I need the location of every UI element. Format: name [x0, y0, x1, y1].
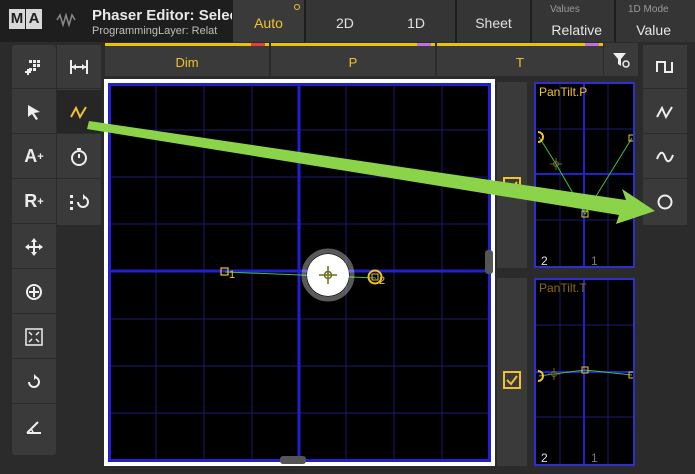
- sheet-label: Sheet: [475, 15, 512, 31]
- pan-curve-title: PanTilt.P: [539, 85, 588, 99]
- draw-icon: [70, 105, 87, 119]
- tilt-curve-panel[interactable]: PanTilt.T 2 1: [534, 278, 635, 466]
- add-attribute-button[interactable]: A +: [12, 135, 56, 179]
- phase-icon: [70, 194, 89, 210]
- mode-caption: 1D Mode: [628, 4, 669, 15]
- width-button[interactable]: [57, 45, 101, 89]
- left-toolbar-secondary: [57, 45, 101, 225]
- title-sub: ProgrammingLayer: Relat: [92, 25, 218, 37]
- grid-resize-handle-bottom[interactable]: [280, 456, 306, 464]
- tab-marker: [417, 43, 431, 46]
- add-relative-label: R: [24, 191, 38, 211]
- sheet-button[interactable]: Sheet: [456, 0, 530, 42]
- zigzag-icon: [656, 105, 673, 119]
- angle-button[interactable]: [12, 405, 56, 449]
- move-icon: [25, 237, 43, 256]
- values-value: Relative: [551, 22, 602, 38]
- phaser-editor-window: M A Phaser Editor: Select ProgrammingLay…: [0, 0, 695, 474]
- pan-x-label-left: 2: [541, 254, 548, 268]
- tab-marker: [585, 43, 599, 46]
- add-step-icon: [25, 59, 40, 75]
- cursor-icon: [28, 104, 40, 120]
- select-tool-button[interactable]: [12, 90, 56, 134]
- circle-icon: [657, 194, 673, 210]
- move-button[interactable]: [12, 225, 56, 269]
- add-relative-button[interactable]: R +: [12, 180, 56, 224]
- filter-icon: [613, 52, 630, 68]
- auto-label: Auto: [254, 15, 283, 31]
- plus-icon: +: [37, 150, 44, 163]
- tilt-curve-title: PanTilt.T: [539, 281, 587, 295]
- left-toolbar: A + R +: [12, 45, 56, 455]
- square-wave-icon: [656, 60, 673, 73]
- draw-button[interactable]: [57, 90, 101, 134]
- angle-icon: [26, 421, 41, 434]
- rotate-icon: [28, 373, 40, 388]
- step-1-label: 1: [229, 269, 235, 281]
- rotate-button[interactable]: [12, 360, 56, 404]
- window-title: Phaser Editor: Select ProgrammingLayer: …: [92, 7, 232, 38]
- auto-button[interactable]: Auto: [232, 0, 304, 42]
- width-icon: [70, 59, 88, 74]
- scale-icon: [25, 327, 43, 346]
- tab-marker: [251, 43, 265, 46]
- attribute-tabs: Dim P T: [105, 43, 605, 76]
- logo-a: A: [26, 9, 42, 29]
- sine-icon: [656, 151, 674, 162]
- plus-icon: +: [37, 195, 44, 208]
- add-step-button[interactable]: [12, 45, 56, 89]
- step-2-anchor: [371, 273, 379, 281]
- tab-t[interactable]: T: [437, 43, 603, 76]
- tilt-curve-canvas: [536, 280, 633, 464]
- auto-indicator-icon: [294, 4, 300, 10]
- tilt-checkbox[interactable]: [503, 371, 521, 389]
- pan-curve-canvas: [536, 84, 633, 266]
- grid-resize-handle-right[interactable]: [485, 250, 493, 274]
- view-2d-label: 2D: [336, 15, 354, 31]
- tab-dim-label: Dim: [175, 55, 199, 70]
- pan-x-label-right: 1: [591, 254, 598, 268]
- phaser-2d-grid[interactable]: 1 2: [108, 83, 491, 462]
- center-button[interactable]: [12, 270, 56, 314]
- grid-canvas: 1 2: [108, 83, 491, 462]
- pan-curve-panel[interactable]: PanTilt.P 2 1: [534, 82, 635, 268]
- grid-frame: 1 2: [104, 79, 495, 466]
- view-mode-toggle[interactable]: 2D 1D: [305, 0, 455, 42]
- step-2-label: 2: [379, 275, 385, 287]
- tilt-x-label-right: 1: [591, 451, 598, 465]
- phase-button[interactable]: [57, 180, 101, 224]
- title-bar: M A Phaser Editor: Select ProgrammingLay…: [0, 0, 695, 42]
- form-toolbar: [643, 45, 687, 225]
- circle-button[interactable]: [643, 180, 687, 224]
- center-icon: [26, 283, 42, 300]
- ma-logo: M A: [9, 9, 42, 29]
- check-icon: [506, 181, 518, 192]
- tab-dim[interactable]: Dim: [105, 43, 269, 76]
- zigzag-button[interactable]: [643, 90, 687, 134]
- sine-button[interactable]: [643, 135, 687, 179]
- add-attribute-label: A: [24, 146, 38, 166]
- tab-p-label: P: [348, 55, 358, 70]
- logo-m: M: [9, 9, 25, 29]
- check-icon: [506, 375, 518, 386]
- view-1d-label: 1D: [407, 15, 425, 31]
- scale-button[interactable]: [12, 315, 56, 359]
- pan-checkbox[interactable]: [503, 177, 521, 195]
- tab-p[interactable]: P: [271, 43, 435, 76]
- mode-button[interactable]: 1D Mode Value: [615, 0, 695, 42]
- tab-t-label: T: [516, 55, 524, 70]
- timer-icon: [71, 147, 87, 166]
- phaser-wave-icon: [56, 12, 76, 28]
- timer-button[interactable]: [57, 135, 101, 179]
- values-button[interactable]: Values Relative: [531, 0, 614, 42]
- filter-button[interactable]: [604, 43, 638, 76]
- pan-toggle-column: [497, 82, 527, 268]
- title-main: Phaser Editor: Select: [92, 7, 232, 24]
- square-wave-button[interactable]: [643, 45, 687, 89]
- tilt-x-label-left: 2: [541, 451, 548, 465]
- values-caption: Values: [550, 4, 580, 15]
- mode-value: Value: [636, 22, 671, 38]
